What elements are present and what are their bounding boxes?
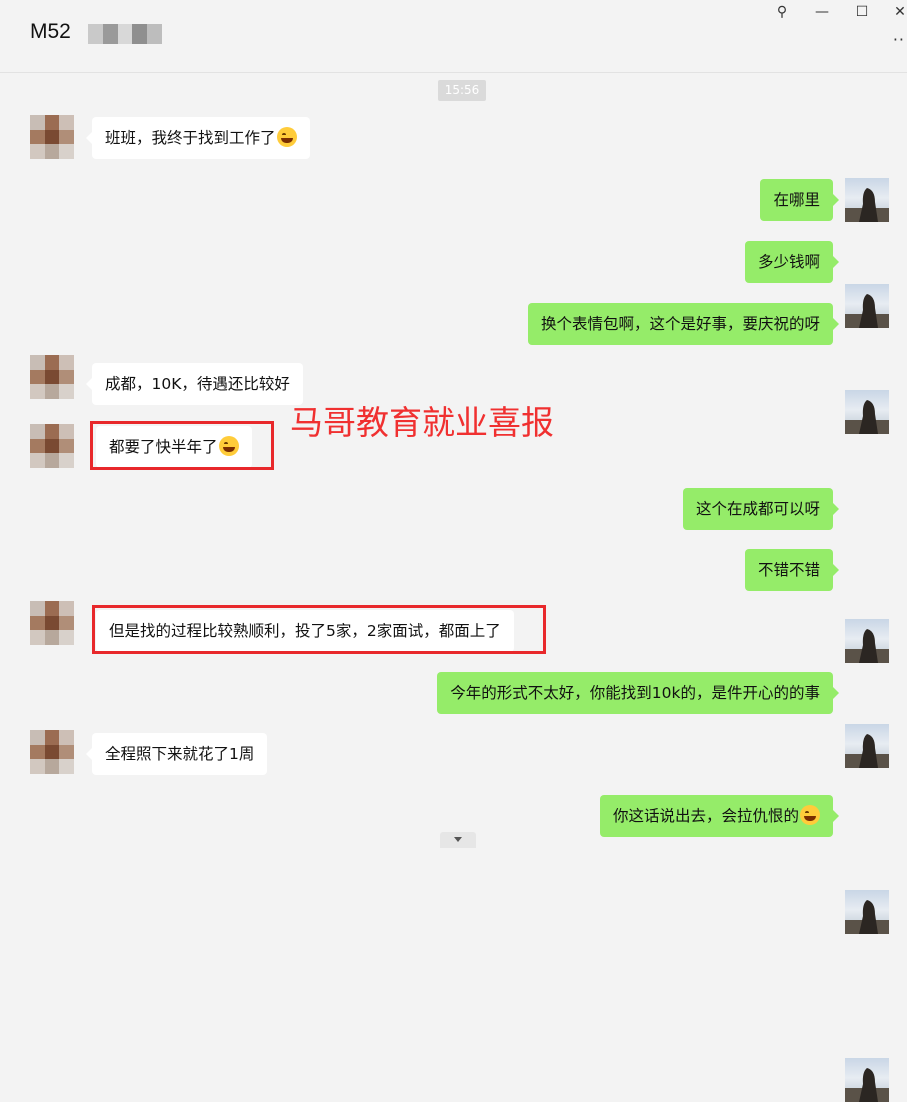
highlight-box <box>90 421 274 470</box>
message-bubble-outgoing[interactable]: 今年的形式不太好，你能找到10k的，是件开心的的事 <box>437 672 839 714</box>
message-bubble-outgoing[interactable]: 不错不错 <box>744 549 840 591</box>
contact-avatar[interactable] <box>30 115 74 159</box>
message-bubble-incoming[interactable]: 班班，我终于找到工作了 <box>86 117 310 159</box>
self-avatar[interactable] <box>845 890 889 934</box>
message-bubble-outgoing[interactable]: 在哪里 <box>760 179 839 221</box>
message-text: 你这话说出去，会拉仇恨的 <box>612 807 799 825</box>
self-avatar[interactable] <box>845 619 889 663</box>
contact-avatar[interactable] <box>30 355 74 399</box>
self-avatar[interactable] <box>845 284 889 328</box>
laugh-cry-emoji-icon <box>276 127 297 147</box>
close-icon[interactable]: ✕ <box>890 4 907 20</box>
message-text: 全程照下来就花了1周 <box>105 745 255 763</box>
minimize-icon[interactable]: — <box>812 4 832 20</box>
contact-avatar[interactable] <box>30 424 74 468</box>
message-text: 这个在成都可以呀 <box>695 500 820 518</box>
message-text: 今年的形式不太好，你能找到10k的，是件开心的的事 <box>450 684 820 702</box>
message-text: 班班，我终于找到工作了 <box>105 129 276 147</box>
message-bubble-outgoing[interactable]: 多少钱啊 <box>744 241 840 283</box>
blurred-name <box>88 24 162 44</box>
message-bubble-incoming[interactable]: 成都，10K，待遇还比较好 <box>86 363 303 405</box>
contact-avatar[interactable] <box>30 730 74 774</box>
timestamp: 15:56 <box>438 80 486 101</box>
message-bubble-incoming[interactable]: 全程照下来就花了1周 <box>85 733 268 775</box>
message-bubble-outgoing[interactable]: 换个表情包啊，这个是好事，要庆祝的呀 <box>527 303 840 345</box>
message-bubble-outgoing[interactable]: 你这话说出去，会拉仇恨的 <box>599 795 840 837</box>
self-avatar[interactable] <box>845 178 889 222</box>
pin-icon[interactable]: ⚲ <box>772 4 792 20</box>
maximize-icon[interactable]: ☐ <box>852 4 872 20</box>
self-avatar[interactable] <box>845 1058 889 1102</box>
scroll-down-icon[interactable] <box>440 832 476 848</box>
message-text: 在哪里 <box>773 191 820 209</box>
message-text: 换个表情包啊，这个是好事，要庆祝的呀 <box>540 315 820 333</box>
self-avatar[interactable] <box>845 724 889 768</box>
laugh-cry-emoji-icon <box>800 805 820 825</box>
highlight-box <box>92 605 546 654</box>
self-avatar[interactable] <box>845 390 889 434</box>
message-bubble-outgoing[interactable]: 这个在成都可以呀 <box>682 488 840 530</box>
chat-title: M52 <box>30 20 71 43</box>
more-icon[interactable]: ·· <box>893 30 905 49</box>
message-text: 成都，10K，待遇还比较好 <box>105 375 290 393</box>
message-text: 多少钱啊 <box>757 253 820 271</box>
chat-header: M52 ⚲ — ☐ ✕ ·· <box>0 0 907 73</box>
message-text: 不错不错 <box>757 561 820 579</box>
contact-avatar[interactable] <box>30 601 74 645</box>
promo-overlay-text: 马哥教育就业喜报 <box>290 403 554 442</box>
